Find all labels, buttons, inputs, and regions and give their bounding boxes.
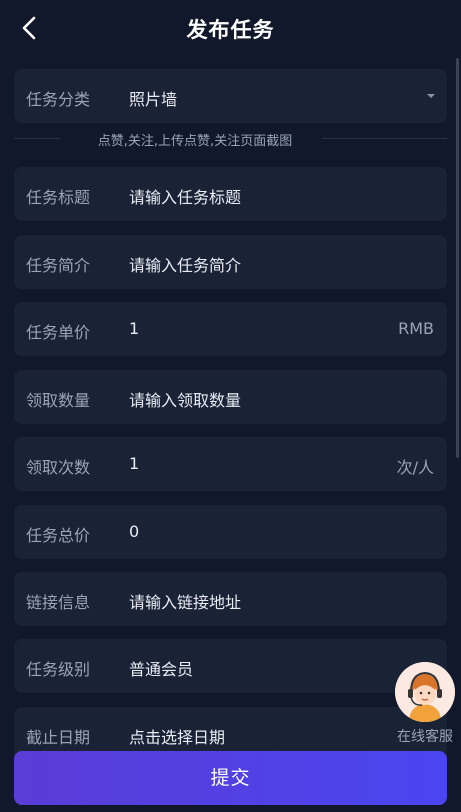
- claim-times-field[interactable]: 领取次数 1 次/人: [14, 437, 447, 491]
- scrollbar[interactable]: [456, 58, 459, 458]
- task-title-field[interactable]: 任务标题 请输入任务标题: [14, 167, 447, 221]
- claim-quantity-label: 领取数量: [26, 391, 91, 410]
- deadline-label: 截止日期: [26, 728, 91, 747]
- category-label: 任务分类: [26, 90, 91, 109]
- task-title-label: 任务标题: [26, 188, 91, 207]
- category-select[interactable]: 任务分类 照片墙: [14, 69, 447, 123]
- task-intro-label: 任务简介: [26, 256, 91, 275]
- online-service-label: 在线客服: [397, 729, 453, 745]
- unit-price-label: 任务单价: [26, 323, 91, 342]
- unit-price-field[interactable]: 任务单价 1 RMB: [14, 302, 447, 356]
- claim-times-suffix: 次/人: [396, 458, 434, 477]
- page-title: 发布任务: [186, 18, 275, 42]
- link-info-input[interactable]: 请输入链接地址: [129, 589, 241, 613]
- claim-quantity-field[interactable]: 领取数量 请输入领取数量: [14, 370, 447, 424]
- deadline-input[interactable]: 点击选择日期: [129, 724, 225, 748]
- claim-quantity-input[interactable]: 请输入领取数量: [129, 387, 241, 411]
- header-bar: 发布任务: [0, 0, 461, 56]
- claim-times-input[interactable]: 1: [129, 454, 139, 473]
- claim-times-label: 领取次数: [26, 458, 91, 477]
- online-service-button[interactable]: 在线客服: [392, 662, 458, 746]
- unit-price-input[interactable]: 1: [129, 319, 139, 338]
- task-level-field[interactable]: 任务级别 普通会员: [14, 639, 447, 693]
- link-info-field[interactable]: 链接信息 请输入链接地址: [14, 572, 447, 626]
- task-intro-input[interactable]: 请输入任务简介: [129, 252, 241, 276]
- category-value[interactable]: 照片墙: [129, 86, 177, 110]
- customer-service-icon: [395, 662, 455, 722]
- total-price-value: 0: [129, 522, 140, 541]
- task-level-value[interactable]: 普通会员: [129, 656, 193, 680]
- unit-price-suffix: RMB: [398, 319, 434, 338]
- total-price-field: 任务总价 0: [14, 505, 447, 559]
- total-price-label: 任务总价: [26, 526, 91, 545]
- task-title-input[interactable]: 请输入任务标题: [129, 184, 241, 208]
- link-info-label: 链接信息: [26, 593, 91, 612]
- submit-button[interactable]: 提交: [14, 751, 447, 805]
- task-intro-field[interactable]: 任务简介 请输入任务简介: [14, 235, 447, 289]
- category-hint: 点赞,关注,上传点赞,关注页面截图: [97, 134, 293, 149]
- caret-down-icon: [427, 94, 435, 98]
- task-level-label: 任务级别: [26, 660, 91, 679]
